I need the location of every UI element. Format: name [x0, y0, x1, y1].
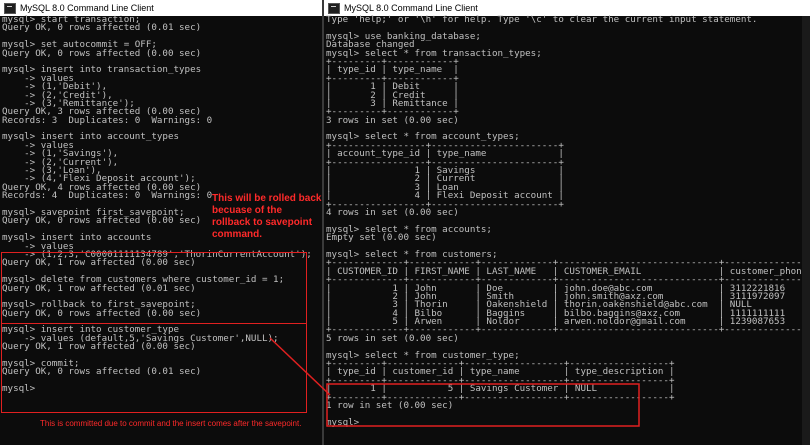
terminal-line: 1 row in set (0.00 sec)	[326, 399, 454, 411]
rollback-note: This will be rolled back becuase of the …	[212, 193, 322, 240]
right-terminal-window[interactable]: MySQL 8.0 Command Line Client Type 'help…	[324, 0, 810, 445]
commit-highlight-box	[1, 323, 307, 413]
right-scrollbar[interactable]	[802, 16, 810, 445]
right-terminal-output[interactable]: Type 'help;' or '\h' for help. Type '\c'…	[326, 14, 810, 445]
left-window-title: MySQL 8.0 Command Line Client	[20, 3, 154, 13]
terminal-line: 5 rows in set (0.00 sec)	[326, 332, 459, 344]
terminal-line: Type 'help;' or '\h' for help. Type '\c'…	[326, 14, 758, 25]
terminal-icon	[4, 2, 16, 14]
terminal-line: Query OK, 0 rows affected (0.01 sec)	[2, 22, 202, 34]
terminal-line: 3 rows in set (0.00 sec)	[326, 114, 459, 126]
rollback-highlight-box	[1, 252, 307, 324]
right-window-title: MySQL 8.0 Command Line Client	[344, 3, 478, 13]
terminal-line: Query OK, 0 rows affected (0.00 sec)	[2, 47, 202, 59]
terminal-line: mysql>	[326, 416, 365, 428]
terminal-line: Records: 3 Duplicates: 0 Warnings: 0	[2, 114, 213, 126]
commit-note: This is committed due to commit and the …	[40, 419, 302, 428]
terminal-line: Empty set (0.00 sec)	[326, 232, 437, 244]
terminal-icon	[328, 2, 340, 14]
terminal-line: 4 rows in set (0.00 sec)	[326, 206, 459, 218]
